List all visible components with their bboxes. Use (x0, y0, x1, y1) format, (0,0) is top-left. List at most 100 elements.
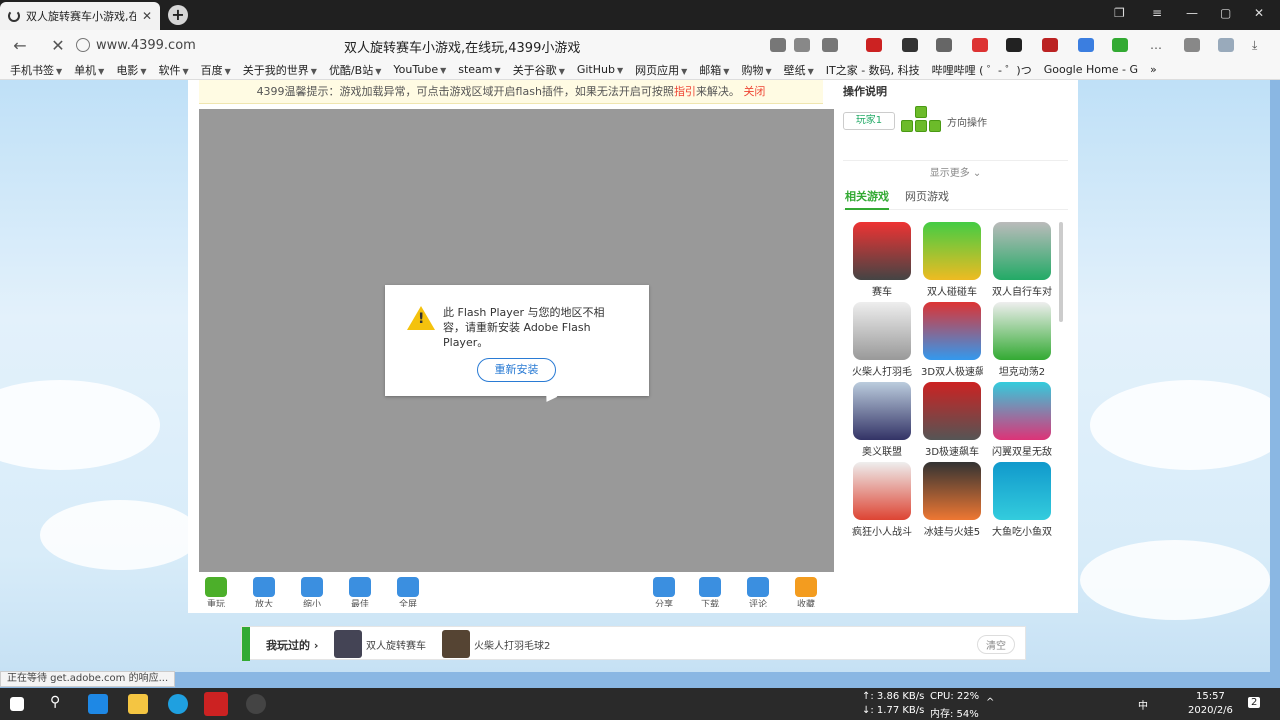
profile-icon[interactable] (1218, 38, 1234, 52)
mouse-cursor-icon (540, 384, 558, 402)
stop-icon[interactable]: ✕ (46, 36, 70, 55)
game-toolbar: 重玩 放大 缩小 最佳 全屏 分享 下载 评论 收藏 (199, 575, 834, 613)
maximize-icon[interactable]: ▢ (1220, 6, 1231, 20)
game-item[interactable]: 奥义联盟 (851, 382, 913, 460)
extension-icon[interactable] (1006, 38, 1022, 52)
favorite-button[interactable]: 收藏 (791, 577, 821, 607)
game-item[interactable]: 3D极速飙车 (921, 382, 983, 460)
recently-played-bar: 我玩过的 › 双人旋转赛车 火柴人打羽毛球2 清空 (241, 626, 1026, 661)
clear-history-button[interactable]: 清空 (977, 635, 1015, 654)
played-item[interactable]: 双人旋转赛车 (334, 630, 426, 658)
notice-bar: 4399温馨提示：游戏加载异常，可点击游戏区域开启flash插件，如果无法开启可… (199, 80, 823, 104)
ime-indicator[interactable]: 中 (1138, 697, 1148, 712)
game-item[interactable]: 大鱼吃小鱼双 (991, 462, 1053, 540)
bookmark-folder[interactable]: 软件 ▼ (158, 62, 188, 78)
taskbar: ⚲ ↑: 3.86 KB/s ↓: 1.77 KB/s CPU: 22% 内存:… (0, 688, 1280, 720)
game-item[interactable]: 疯狂小人战斗 (851, 462, 913, 540)
more-bookmarks-icon[interactable]: » (1150, 63, 1157, 76)
zoom-out-icon (301, 577, 323, 597)
bookmark-link[interactable]: Google Home - G (1044, 63, 1138, 76)
bookmark-folder[interactable]: GitHub ▼ (577, 63, 623, 76)
windows-start-icon[interactable] (10, 697, 24, 711)
tab-web-games[interactable]: 网页游戏 (905, 188, 949, 204)
game-item[interactable]: 火柴人打羽毛 (851, 302, 913, 380)
download-icon[interactable]: ⤓ (1252, 38, 1268, 52)
clock-date[interactable]: 2020/2/6 (1188, 705, 1233, 716)
bookmark-folder[interactable]: YouTube ▼ (393, 63, 446, 76)
bookmark-folder[interactable]: 壁纸 ▼ (784, 62, 814, 78)
fullscreen-button[interactable]: 全屏 (393, 577, 423, 607)
extension-icon[interactable] (1042, 38, 1058, 52)
tray-expand-icon[interactable]: ^ (986, 697, 994, 708)
menu-icon[interactable]: ≡ (1152, 6, 1162, 20)
minimize-icon[interactable]: — (1186, 6, 1198, 20)
notification-icon[interactable]: 2 (1248, 697, 1261, 708)
bookmark-folder[interactable]: 百度 ▼ (201, 62, 231, 78)
restore-tabs-icon[interactable]: ❐ (1114, 6, 1125, 20)
store-icon[interactable] (88, 694, 108, 714)
sync-extension-icon[interactable] (1078, 38, 1094, 52)
game-item[interactable]: 冰娃与火娃5 (921, 462, 983, 540)
show-more-button[interactable]: 显示更多 ⌄ (843, 160, 1068, 179)
edge-icon[interactable] (168, 694, 188, 714)
bookmark-folder[interactable]: 购物 ▼ (741, 62, 771, 78)
shield-icon[interactable] (1112, 38, 1128, 52)
cpu-usage: CPU: 22% (930, 691, 980, 702)
url-field[interactable]: www.4399.com (76, 34, 196, 56)
game-item[interactable]: 赛车 (851, 222, 913, 300)
bookmark-folder[interactable]: 关于我的世界 ▼ (243, 62, 317, 78)
close-tab-icon[interactable]: ✕ (142, 9, 152, 23)
cloud-decoration (40, 500, 200, 570)
bookmark-folder[interactable]: 电影 ▼ (116, 62, 146, 78)
bookmark-folder[interactable]: 网页应用 ▼ (635, 62, 687, 78)
fit-button[interactable]: 最佳 (345, 577, 375, 607)
obs-icon[interactable] (246, 694, 266, 714)
game-item[interactable]: 坦克动荡2 (991, 302, 1053, 380)
zoom-in-button[interactable]: 放大 (249, 577, 279, 607)
guide-link[interactable]: 指引 (674, 85, 696, 98)
back-icon[interactable]: ← (8, 36, 32, 55)
bookmark-folder[interactable]: 关于谷歌 ▼ (513, 62, 565, 78)
close-notice-link[interactable]: 关闭 (743, 85, 765, 98)
file-explorer-icon[interactable] (128, 694, 148, 714)
more-extensions-icon[interactable]: … (1150, 38, 1166, 52)
search-icon[interactable]: ⚲ (50, 694, 70, 714)
cast-icon[interactable] (770, 38, 786, 52)
extension-icon[interactable] (936, 38, 952, 52)
game-item[interactable]: 双人碰碰车 (921, 222, 983, 300)
translate-icon[interactable] (794, 38, 810, 52)
close-window-icon[interactable]: ✕ (1254, 6, 1264, 20)
bookmark-folder[interactable]: 优酷/B站 ▼ (329, 62, 381, 78)
new-tab-button[interactable]: + (168, 5, 188, 25)
bookmark-folder[interactable]: steam ▼ (458, 63, 500, 76)
extension-icon[interactable] (902, 38, 918, 52)
game-item[interactable]: 双人自行车对 (991, 222, 1053, 300)
extension-icon[interactable] (972, 38, 988, 52)
zoom-out-button[interactable]: 缩小 (297, 577, 327, 607)
tab-bar: 双人旋转赛车小游戏,在 ✕ + ❐ ≡ — ▢ ✕ (0, 0, 1280, 30)
clock-time[interactable]: 15:57 (1196, 691, 1225, 702)
game-area[interactable]: ! 此 Flash Player 与您的地区不相容，请重新安装 Adobe Fl… (199, 109, 834, 572)
bookmark-folder[interactable]: 手机书签 ▼ (10, 62, 62, 78)
bookmark-icon[interactable] (822, 38, 838, 52)
sidebar-scrollbar[interactable] (1059, 222, 1063, 322)
browser-icon[interactable] (204, 692, 228, 716)
sidebar: 操作说明 玩家1 方向操作 显示更多 ⌄ 相关游戏 网页游戏 赛车 双人碰碰车 … (843, 80, 1068, 613)
replay-button[interactable]: 重玩 (201, 577, 231, 607)
game-item[interactable]: 闪翼双星无敌 (991, 382, 1053, 460)
download-button[interactable]: 下载 (695, 577, 725, 607)
game-item[interactable]: 3D双人极速飙 (921, 302, 983, 380)
bookmark-folder[interactable]: 邮箱 ▼ (699, 62, 729, 78)
main-content: 4399温馨提示：游戏加载异常，可点击游戏区域开启flash插件，如果无法开启可… (188, 80, 1078, 613)
collections-icon[interactable] (1184, 38, 1200, 52)
comment-button[interactable]: 评论 (743, 577, 773, 607)
bookmark-link[interactable]: 哔哩哔哩 ( ゜- ゜)つ (932, 62, 1032, 78)
flag-extension-icon[interactable] (866, 38, 882, 52)
share-button[interactable]: 分享 (649, 577, 679, 607)
tab-related-games[interactable]: 相关游戏 (845, 188, 889, 210)
reinstall-button[interactable]: 重新安装 (477, 358, 556, 382)
bookmark-folder[interactable]: 单机 ▼ (74, 62, 104, 78)
browser-tab-active[interactable]: 双人旋转赛车小游戏,在 ✕ (0, 2, 160, 30)
played-item[interactable]: 火柴人打羽毛球2 (442, 630, 550, 658)
bookmark-link[interactable]: IT之家 - 数码, 科技 (826, 62, 920, 78)
